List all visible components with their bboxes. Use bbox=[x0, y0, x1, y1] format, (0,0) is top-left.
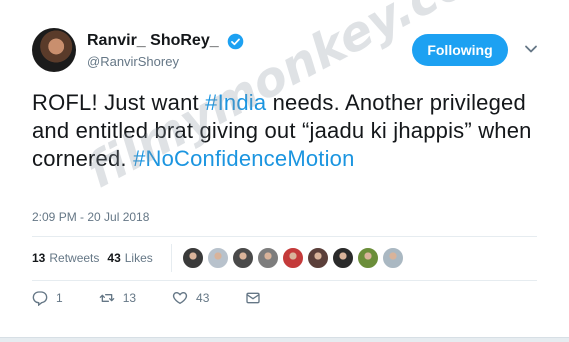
user-handle[interactable]: @RanvirShorey bbox=[87, 54, 244, 69]
chevron-down-icon[interactable] bbox=[524, 42, 538, 56]
reply-count: 1 bbox=[56, 291, 63, 305]
hashtag-noconfidencemotion[interactable]: #NoConfidenceMotion bbox=[133, 146, 355, 171]
retweet-button[interactable]: 13 bbox=[99, 290, 136, 306]
liker-avatar[interactable] bbox=[281, 247, 304, 269]
divider bbox=[32, 280, 537, 281]
liker-avatar[interactable] bbox=[306, 247, 329, 269]
envelope-icon bbox=[246, 292, 261, 304]
liker-avatar[interactable] bbox=[231, 247, 254, 269]
divider bbox=[170, 244, 172, 272]
direct-message-button[interactable] bbox=[245, 290, 269, 306]
tweet-header: Ranvir_ ShoRey_ @RanvirShorey Following bbox=[32, 28, 549, 76]
tweet-timestamp[interactable]: 2:09 PM - 20 Jul 2018 bbox=[32, 210, 149, 224]
display-name[interactable]: Ranvir_ ShoRey_ bbox=[87, 32, 219, 50]
user-names[interactable]: Ranvir_ ShoRey_ @RanvirShorey bbox=[87, 32, 244, 69]
tweet-stats: 13 Retweets 43 Likes bbox=[32, 244, 407, 272]
heart-icon bbox=[172, 291, 188, 305]
liker-avatar[interactable] bbox=[181, 247, 204, 269]
retweets-count: 13 bbox=[32, 251, 46, 265]
user-avatar[interactable] bbox=[32, 28, 76, 72]
likes-stat[interactable]: 43 Likes bbox=[107, 251, 152, 265]
tweet-text: ROFL! Just want #India needs. Another pr… bbox=[32, 89, 552, 173]
liker-avatar[interactable] bbox=[206, 247, 229, 269]
retweets-label: Retweets bbox=[49, 251, 100, 265]
liker-avatar[interactable] bbox=[331, 247, 354, 269]
reply-button[interactable]: 1 bbox=[32, 290, 63, 306]
like-count: 43 bbox=[196, 291, 210, 305]
liker-avatars bbox=[181, 247, 407, 269]
retweet-count: 13 bbox=[122, 291, 137, 305]
tweet-text-segment: ROFL! Just want bbox=[32, 90, 206, 115]
divider bbox=[32, 236, 537, 237]
liker-avatar[interactable] bbox=[381, 247, 404, 269]
retweets-stat[interactable]: 13 Retweets bbox=[32, 251, 99, 265]
like-button[interactable]: 43 bbox=[172, 290, 209, 306]
likes-label: Likes bbox=[124, 251, 153, 265]
tweet-card: Ranvir_ ShoRey_ @RanvirShorey Following … bbox=[0, 0, 569, 338]
verified-badge-icon bbox=[227, 33, 244, 49]
liker-avatar[interactable] bbox=[356, 247, 379, 269]
liker-avatar[interactable] bbox=[256, 247, 279, 269]
reply-icon bbox=[32, 291, 48, 306]
following-button[interactable]: Following bbox=[412, 34, 508, 66]
likes-count: 43 bbox=[107, 251, 121, 265]
tweet-actions: 1 13 43 bbox=[32, 290, 305, 306]
retweet-icon bbox=[99, 294, 115, 302]
hashtag-india[interactable]: #India bbox=[205, 90, 266, 115]
